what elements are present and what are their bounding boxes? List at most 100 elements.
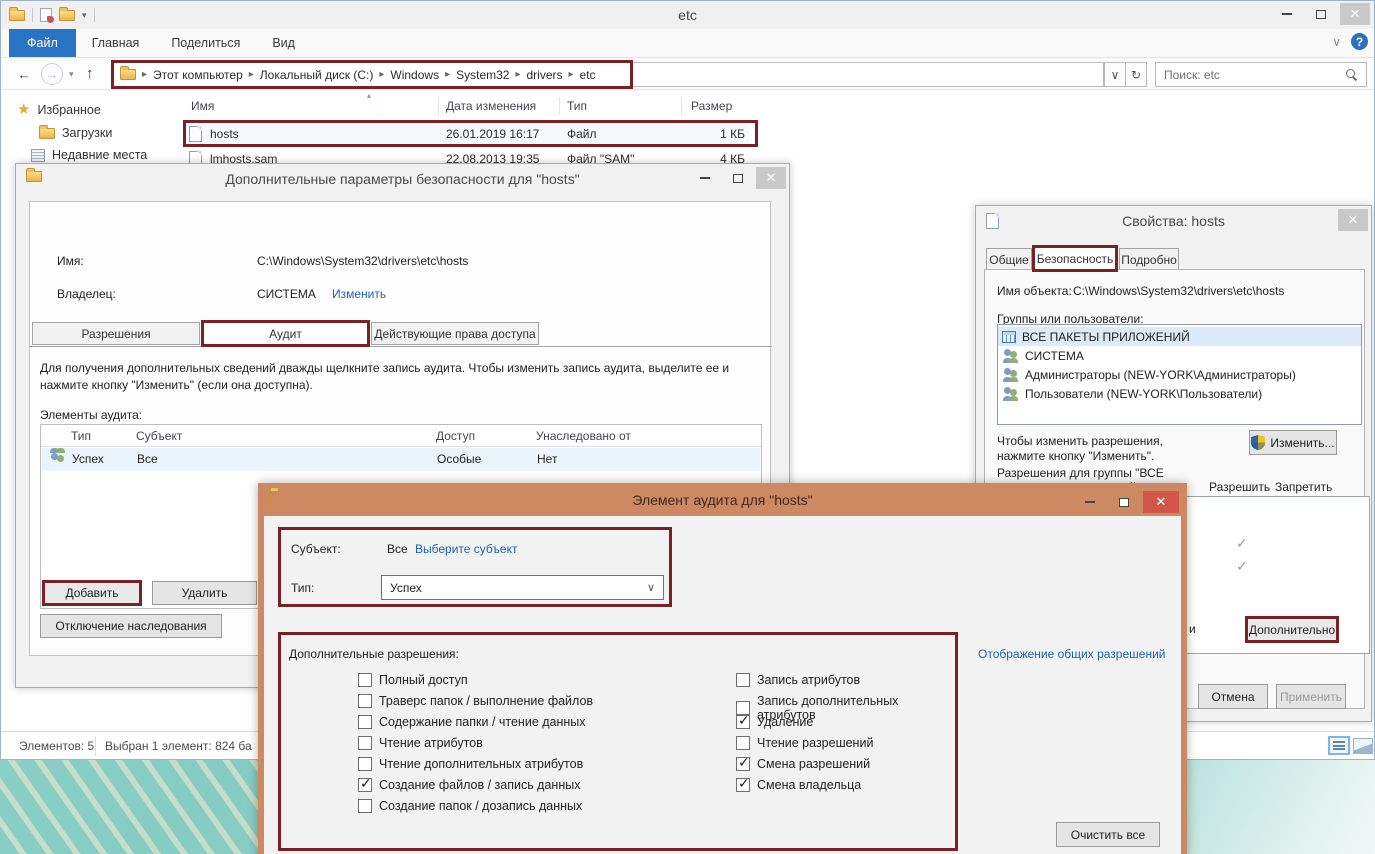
breadcrumb[interactable]: ▸ Этот компьютер ▸ Локальный диск (C:) ▸…: [113, 62, 1104, 87]
show-basic-permissions-link[interactable]: Отображение общих разрешений: [978, 647, 1165, 661]
perm-read-attrs[interactable]: Чтение атрибутов: [358, 736, 483, 750]
recent-locations-icon[interactable]: ▾: [69, 69, 74, 80]
perm-read-ext-attrs[interactable]: Чтение дополнительных атрибутов: [358, 757, 583, 771]
column-separator[interactable]: [559, 97, 560, 115]
details-view-icon[interactable]: [1328, 736, 1350, 755]
maximize-button[interactable]: [1109, 491, 1139, 513]
close-icon[interactable]: ✕: [1338, 209, 1368, 231]
tab-security[interactable]: Безопасность: [1032, 245, 1118, 272]
checkbox[interactable]: [358, 757, 372, 771]
perm-take-ownership[interactable]: Смена владельца: [736, 775, 861, 792]
advanced-button[interactable]: Дополнительно: [1245, 616, 1339, 643]
minimize-button[interactable]: [1075, 491, 1105, 513]
help-icon[interactable]: ?: [1351, 33, 1368, 50]
list-item[interactable]: СИСТЕМА: [998, 346, 1361, 365]
checkbox[interactable]: [358, 673, 372, 687]
minimize-button[interactable]: [690, 167, 720, 189]
breadcrumb-etc[interactable]: etc: [580, 68, 596, 82]
back-icon[interactable]: ←: [13, 63, 35, 85]
perm-traverse[interactable]: Траверс папок / выполнение файлов: [358, 694, 593, 708]
tab-view[interactable]: Вид: [256, 29, 311, 57]
tab-home[interactable]: Главная: [76, 29, 156, 57]
perm-read-permissions[interactable]: Чтение разрешений: [736, 736, 873, 750]
perm-change-permissions[interactable]: Смена разрешений: [736, 754, 870, 771]
list-item[interactable]: Администраторы (NEW-YORK\Администраторы): [998, 365, 1361, 384]
perm-list-folder[interactable]: Содержание папки / чтение данных: [358, 715, 586, 729]
forward-icon[interactable]: →: [41, 63, 63, 85]
apply-button[interactable]: Применить: [1276, 684, 1346, 709]
maximize-button[interactable]: [1306, 3, 1336, 25]
tab-permissions[interactable]: Разрешения: [32, 322, 200, 345]
perm-create-files[interactable]: Создание файлов / запись данных: [358, 775, 580, 792]
checkbox[interactable]: [736, 754, 750, 771]
close-icon[interactable]: ✕: [1340, 3, 1370, 25]
clear-all-button[interactable]: Очистить все: [1056, 822, 1160, 847]
sidebar-item-recent[interactable]: Недавние места: [31, 148, 147, 162]
sidebar-item-downloads[interactable]: Загрузки: [39, 124, 112, 140]
table-row[interactable]: hosts 26.01.2019 16:17 Файл 1 КБ: [189, 122, 749, 145]
checkbox[interactable]: [358, 775, 372, 792]
perm-write-attrs[interactable]: Запись атрибутов: [736, 673, 860, 687]
checkbox[interactable]: [736, 673, 750, 687]
thumbnail-view-icon[interactable]: [1353, 738, 1373, 754]
column-header-modified[interactable]: Дата изменения: [446, 95, 536, 117]
type-combobox[interactable]: Успех ∨: [381, 575, 664, 600]
breadcrumb-this-pc[interactable]: Этот компьютер: [153, 68, 243, 82]
maximize-button[interactable]: [723, 167, 753, 189]
checkbox[interactable]: [358, 799, 372, 813]
add-button[interactable]: Добавить: [42, 580, 142, 606]
checkbox[interactable]: [736, 736, 750, 750]
tab-general[interactable]: Общие: [986, 248, 1032, 271]
group-name: ВСЕ ПАКЕТЫ ПРИЛОЖЕНИЙ: [1022, 329, 1190, 344]
minimize-button[interactable]: [1272, 3, 1302, 25]
change-owner-link[interactable]: Изменить: [332, 287, 386, 301]
properties-icon[interactable]: [40, 8, 54, 23]
checkbox[interactable]: [358, 736, 372, 750]
search-input[interactable]: Поиск: etc: [1155, 62, 1367, 87]
checkbox[interactable]: [358, 694, 372, 708]
checkbox[interactable]: [736, 775, 750, 792]
new-folder-icon[interactable]: [59, 6, 75, 21]
breadcrumb-drivers[interactable]: drivers: [527, 68, 563, 82]
remove-button[interactable]: Удалить: [152, 581, 257, 605]
refresh-icon[interactable]: ↻: [1125, 62, 1147, 87]
column-separator[interactable]: [681, 97, 682, 115]
up-icon[interactable]: ↑: [86, 65, 94, 82]
checkbox[interactable]: [358, 715, 372, 729]
perm-full-control[interactable]: Полный доступ: [358, 673, 468, 687]
column-separator[interactable]: [438, 97, 439, 115]
tab-file[interactable]: Файл: [9, 29, 76, 57]
tab-audit[interactable]: Аудит: [201, 320, 370, 347]
column-header-size[interactable]: Размер: [691, 95, 732, 117]
search-icon[interactable]: [1346, 68, 1358, 81]
list-item[interactable]: Пользователи (NEW-YORK\Пользователи): [998, 384, 1361, 403]
select-subject-link[interactable]: Выберите субъект: [415, 542, 517, 556]
column-header-name[interactable]: Имя: [191, 95, 214, 117]
cancel-button[interactable]: Отмена: [1198, 684, 1268, 709]
col-type[interactable]: Тип: [71, 429, 91, 443]
audit-entry-row[interactable]: Успех Все Особые Нет: [42, 448, 760, 471]
breadcrumb-local-disk[interactable]: Локальный диск (C:): [260, 68, 374, 82]
col-access[interactable]: Доступ: [436, 429, 475, 443]
change-permissions-button[interactable]: Изменить...: [1249, 430, 1337, 455]
list-item[interactable]: ВСЕ ПАКЕТЫ ПРИЛОЖЕНИЙ: [998, 327, 1361, 346]
breadcrumb-windows[interactable]: Windows: [390, 68, 439, 82]
col-inherited[interactable]: Унаследовано от: [536, 429, 631, 443]
col-subject[interactable]: Субъект: [136, 429, 182, 443]
customize-toolbar-icon[interactable]: ▾: [82, 10, 87, 21]
ribbon-collapse-icon[interactable]: ∨: [1332, 35, 1341, 49]
close-icon[interactable]: ✕: [756, 167, 786, 189]
perm-delete[interactable]: Удаление: [736, 712, 813, 729]
disable-inheritance-button[interactable]: Отключение наследования: [40, 614, 222, 638]
perm-create-folders[interactable]: Создание папок / дозапись данных: [358, 799, 582, 813]
folder-icon[interactable]: [9, 6, 25, 21]
sidebar-item-favorites[interactable]: ★ Избранное: [17, 102, 101, 117]
breadcrumb-system32[interactable]: System32: [456, 68, 509, 82]
close-icon[interactable]: ✕: [1143, 491, 1179, 513]
tab-details[interactable]: Подробно: [1119, 248, 1179, 271]
address-dropdown-icon[interactable]: ∨: [1104, 62, 1126, 87]
column-header-type[interactable]: Тип: [567, 95, 587, 117]
tab-effective-access[interactable]: Действующие права доступа: [371, 322, 539, 345]
tab-share[interactable]: Поделиться: [155, 29, 256, 57]
checkbox[interactable]: [736, 712, 750, 729]
